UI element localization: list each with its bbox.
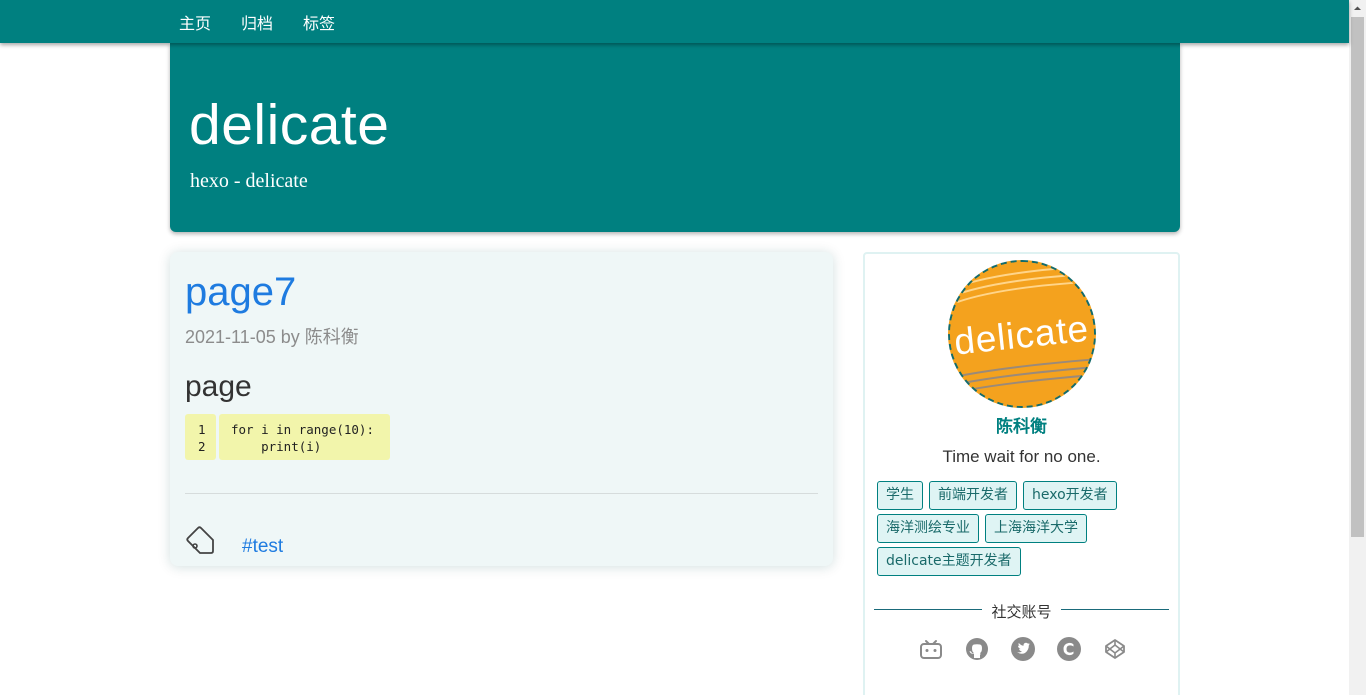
site-header: delicate hexo - delicate <box>170 43 1180 232</box>
social-icons <box>918 636 1148 662</box>
scrollbar-thumb[interactable] <box>1351 17 1364 537</box>
author-sidebar: delicate 陈科衡 Time wait for no one. 学生 前端… <box>863 252 1180 695</box>
post-tag-link[interactable]: #test <box>242 536 283 558</box>
post-meta: 2021-11-05 by 陈科衡 <box>185 327 359 347</box>
post-divider <box>185 493 818 494</box>
avatar: delicate <box>948 260 1096 408</box>
author-tag: 前端开发者 <box>929 481 1017 510</box>
code-line-numbers: 1 2 <box>185 414 216 460</box>
post-title-link[interactable]: page7 <box>185 270 296 315</box>
scroll-up-arrow-icon[interactable] <box>1349 0 1366 17</box>
site-subtitle: hexo - delicate <box>190 170 308 192</box>
post-card: page7 2021-11-05 by 陈科衡 page 1 2 for i i… <box>170 252 833 566</box>
author-tag: 海洋测绘专业 <box>877 514 979 543</box>
nav-links: 主页 归档 标签 <box>179 0 365 43</box>
nav-home-link[interactable]: 主页 <box>179 10 211 34</box>
author-name: 陈科衡 <box>996 417 1047 437</box>
author-tag: hexo开发者 <box>1023 481 1117 510</box>
social-section-heading: 社交账号 <box>874 600 1169 621</box>
author-tags: 学生 前端开发者 hexo开发者 海洋测绘专业 上海海洋大学 delicate主… <box>877 481 1173 580</box>
github-icon[interactable] <box>964 636 990 662</box>
code-block: 1 2 for i in range(10): print(i) <box>185 414 390 460</box>
codepen-icon[interactable] <box>1102 636 1128 662</box>
page-scrollbar[interactable] <box>1349 0 1366 695</box>
bilibili-icon[interactable] <box>918 636 944 662</box>
twitter-icon[interactable] <box>1010 636 1036 662</box>
divider-line <box>1061 609 1169 610</box>
author-tag: 学生 <box>877 481 923 510</box>
nav-archive-link[interactable]: 归档 <box>241 10 273 34</box>
author-tag: delicate主题开发者 <box>877 547 1021 576</box>
tag-icon <box>186 526 214 554</box>
site-title: delicate <box>189 93 390 157</box>
post-heading: page <box>185 370 252 403</box>
nav-tags-link[interactable]: 标签 <box>303 10 335 34</box>
code-content: for i in range(10): print(i) <box>219 414 390 460</box>
csdn-icon[interactable] <box>1056 636 1082 662</box>
author-tag: 上海海洋大学 <box>985 514 1087 543</box>
top-navbar: 主页 归档 标签 <box>0 0 1349 43</box>
author-motto: Time wait for no one. <box>942 447 1101 466</box>
social-title: 社交账号 <box>991 603 1052 621</box>
